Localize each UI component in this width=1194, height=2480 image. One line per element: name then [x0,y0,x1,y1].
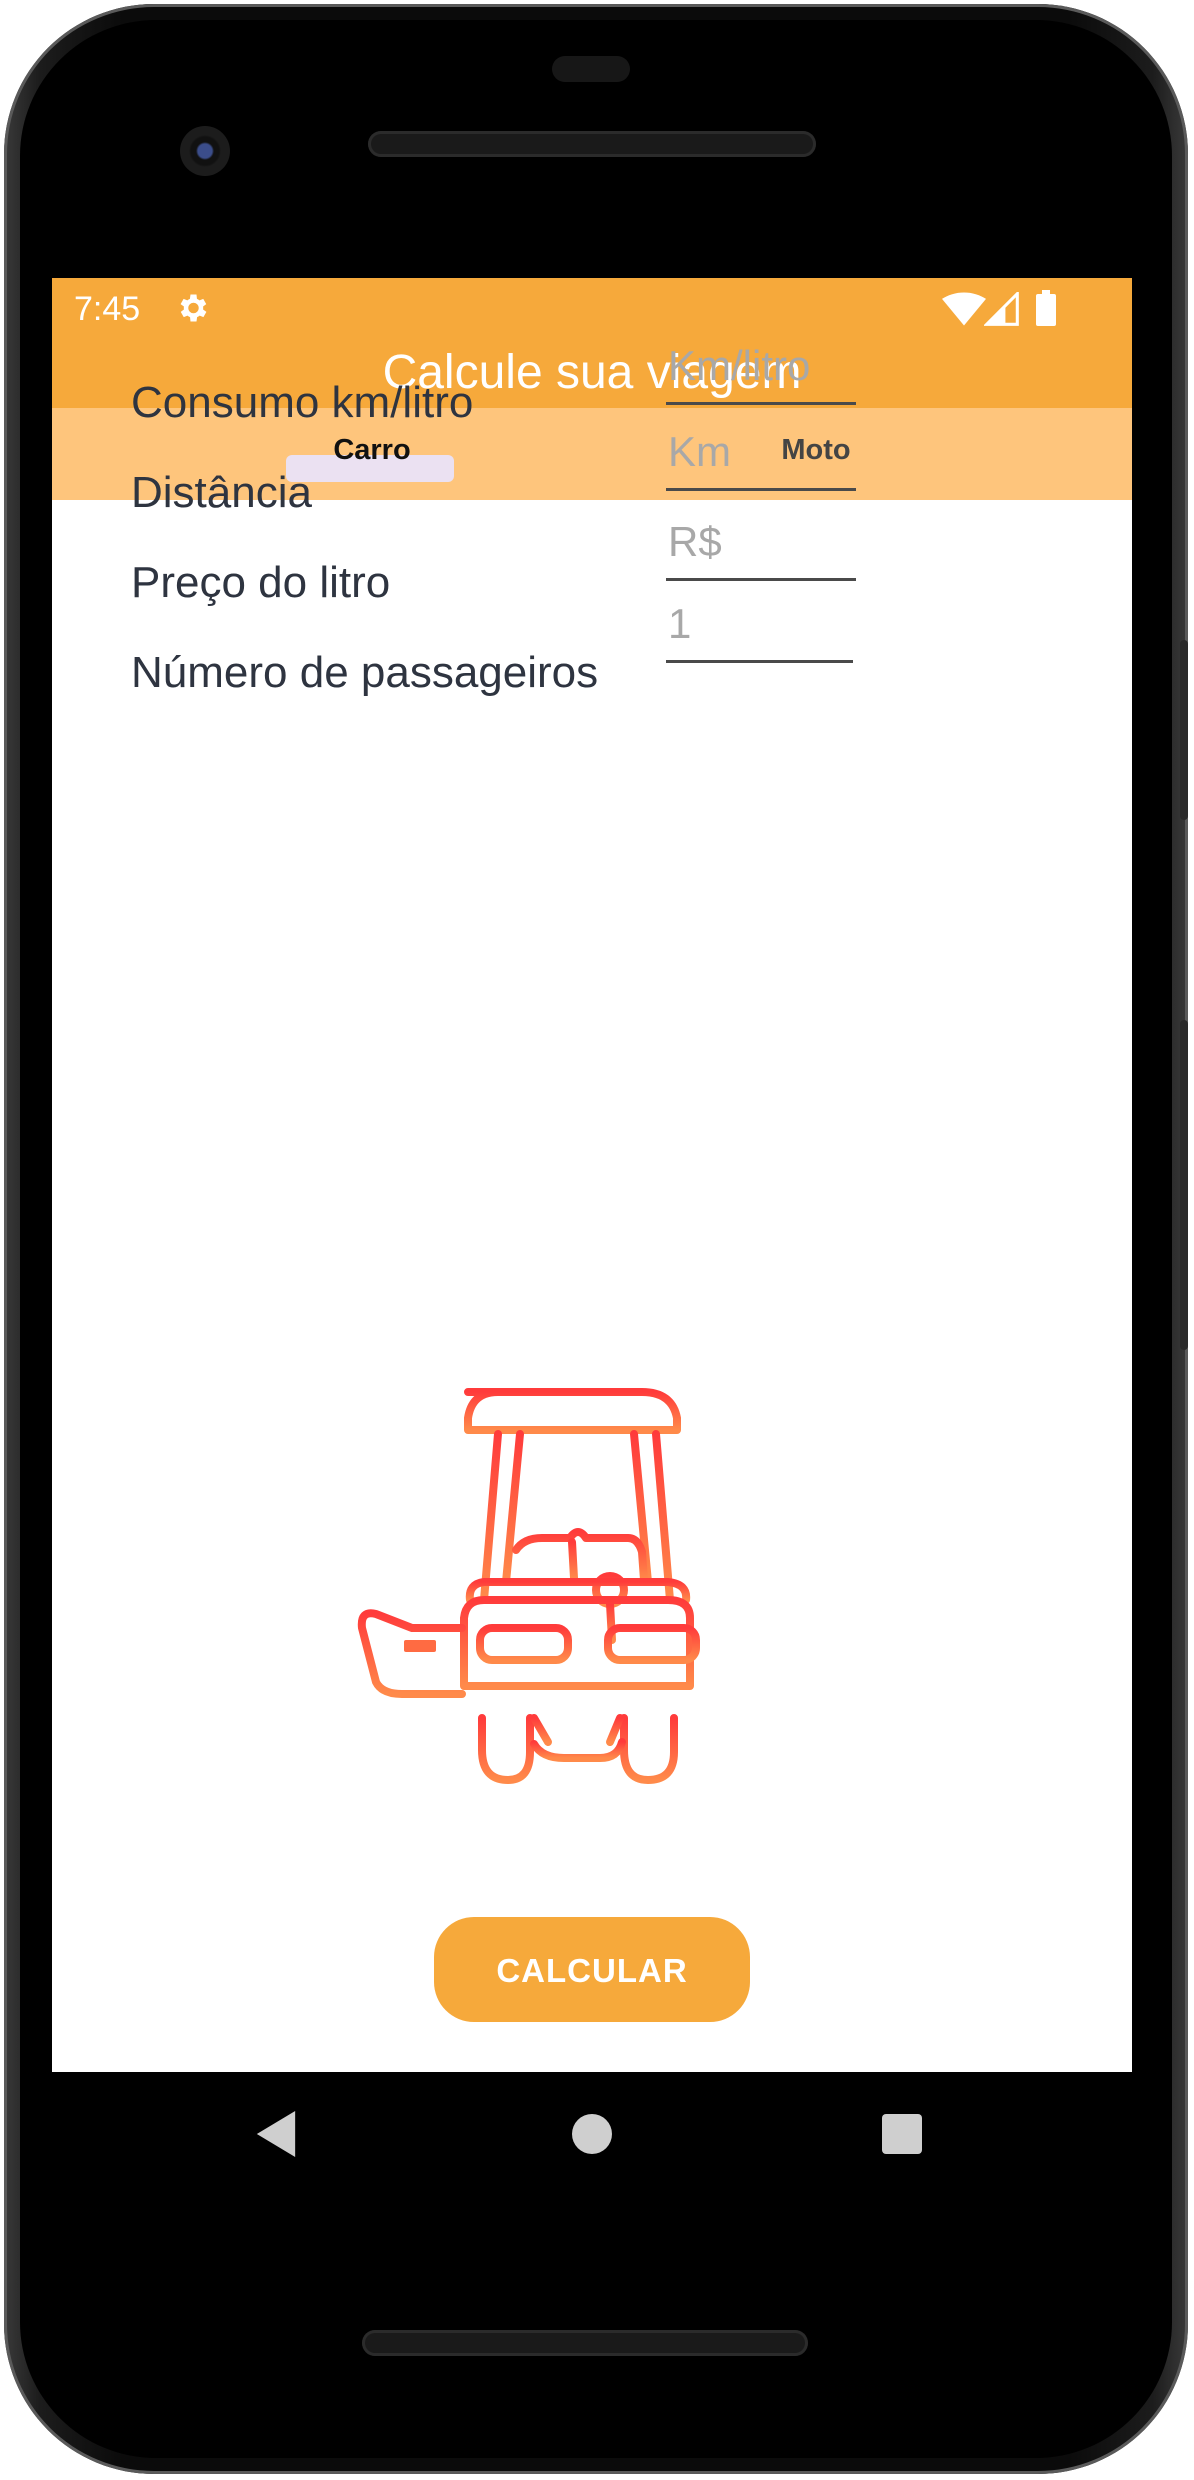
power-button [1180,640,1188,820]
back-icon[interactable] [256,2111,296,2157]
distancia-placeholder: Km [668,428,731,475]
passageiros-input[interactable]: 1 [666,600,853,663]
passageiros-label: Número de passageiros [131,648,599,697]
recents-icon[interactable] [882,2114,922,2154]
calculate-button[interactable]: CALCULAR [434,1917,750,2022]
front-camera [180,126,230,176]
wifi-icon [942,292,986,326]
passageiros-placeholder: 1 [668,600,692,647]
consumo-placeholder: Km/litro [668,342,811,389]
preco-input[interactable]: R$ [666,518,856,581]
navigation-bar [52,2072,1132,2202]
tab-carro-label: Carro [333,434,411,466]
distancia-label: Distância [131,468,312,517]
settings-icon [180,294,207,322]
consumo-label: Consumo km/litro [131,378,474,427]
battery-icon [1036,290,1056,326]
earpiece-speaker [368,131,816,157]
home-icon[interactable] [572,2114,612,2154]
sensor [552,56,630,82]
preco-placeholder: R$ [668,518,722,565]
consumo-input[interactable]: Km/litro [666,342,856,405]
bottom-speaker [362,2330,808,2356]
signal-icon [984,292,1019,326]
screen: 7:45 Calcule sua viagem Carro Moto Consu… [52,278,1132,2072]
distancia-input[interactable]: Km [666,428,856,491]
volume-button [1180,1020,1188,1350]
preco-label: Preço do litro [131,558,391,607]
status-time: 7:45 [74,290,141,328]
golf-cart-icon [357,1388,700,1784]
